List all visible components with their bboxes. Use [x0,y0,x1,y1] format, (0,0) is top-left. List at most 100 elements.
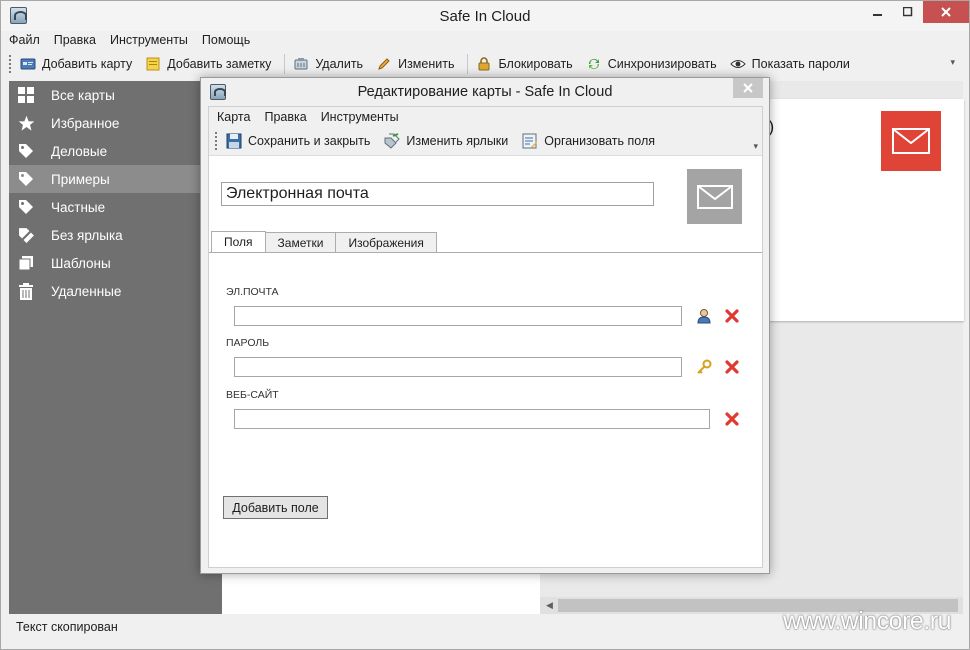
organize-icon [522,133,538,149]
delete-card-icon [294,58,308,70]
toolbar-grip[interactable] [215,132,218,150]
tab-fields[interactable]: Поля [211,231,266,252]
edit-card-dialog: Редактирование карты - Safe In Cloud Кар… [200,77,770,574]
watermark: www.wincore.ru [782,607,952,635]
sidebar-item-no-label[interactable]: Без ярлыка [9,221,222,249]
dialog-menu-edit[interactable]: Правка [264,110,306,124]
delete-field-icon[interactable] [724,411,740,427]
sidebar-item-favorites[interactable]: Избранное [9,109,222,137]
envelope-icon [892,128,930,154]
dialog-toolbar: Сохранить и закрыть Изменить ярлыки Орга… [215,131,669,151]
scroll-left-icon[interactable]: ◀ [546,600,553,611]
toolbar-grip[interactable] [9,55,12,73]
save-close-label: Сохранить и закрыть [248,134,371,148]
edit-button[interactable]: Изменить [376,56,454,72]
sync-button[interactable]: Синхронизировать [586,56,717,72]
minimize-icon [873,14,882,16]
dialog-menu-tools[interactable]: Инструменты [321,110,399,124]
envelope-icon [696,184,733,209]
sync-icon [588,59,599,69]
dialog-menu-bar: Карта Правка Инструменты [217,110,399,124]
sidebar-item-label: Без ярлыка [51,227,123,243]
tag-icon [17,142,35,160]
sidebar: Все карты Избранное Деловые Примеры Част… [9,81,222,614]
star-icon [17,114,35,132]
lock-button[interactable]: Блокировать [476,56,573,72]
menu-help[interactable]: Помощь [202,33,250,51]
key-icon[interactable] [696,359,712,375]
close-button[interactable] [923,1,969,23]
sidebar-item-business[interactable]: Деловые [9,137,222,165]
main-toolbar: Добавить карту Добавить заметку Удалить … [9,53,961,75]
show-passwords-label: Показать пароли [751,57,850,71]
toolbar-overflow-icon[interactable]: ▾ [950,57,955,68]
delete-button[interactable]: Удалить [293,56,363,72]
labels-icon [384,133,401,149]
add-note-button[interactable]: Добавить заметку [145,56,271,72]
minimize-button[interactable] [863,1,893,23]
eye-icon [729,60,746,68]
status-bar: Текст скопирован [16,620,118,634]
show-passwords-button[interactable]: Показать пароли [729,56,850,72]
window-title: Safe In Cloud [439,8,531,25]
dialog-content: Карта Правка Инструменты Сохранить и зак… [208,106,763,568]
dialog-title-bar: Редактирование карты - Safe In Cloud [201,78,769,106]
sidebar-item-label: Избранное [51,115,120,131]
card-title-input[interactable] [221,182,654,206]
change-labels-button[interactable]: Изменить ярлыки [384,133,508,149]
trash-icon [17,282,35,300]
tab-images[interactable]: Изображения [335,232,437,252]
tab-bar: Поля Заметки Изображения [211,231,437,253]
save-close-button[interactable]: Сохранить и закрыть [226,133,370,149]
add-card-button[interactable]: Добавить карту [20,56,132,72]
email-badge [881,111,941,171]
password-field[interactable] [234,357,682,377]
email-field[interactable] [234,306,682,326]
tab-divider [209,252,762,253]
sidebar-item-deleted[interactable]: Удаленные [9,277,222,305]
sidebar-item-label: Удаленные [51,283,122,299]
pencil-icon [378,58,390,70]
templates-icon [17,254,35,272]
website-field[interactable] [234,409,710,429]
sync-label: Синхронизировать [607,57,717,71]
user-icon[interactable] [696,308,712,324]
menu-tools[interactable]: Инструменты [110,33,188,51]
card-image-button[interactable] [687,169,742,224]
menu-edit[interactable]: Правка [54,33,96,51]
field-label-website: ВЕБ-САЙТ [226,389,279,401]
field-label-password: ПАРОЛЬ [226,337,270,349]
grid-icon [17,86,35,104]
maximize-icon [903,7,913,17]
menu-bar: Файл Правка Инструменты Помощь [9,33,250,51]
maximize-button[interactable] [893,1,923,23]
note-icon [146,57,160,71]
organize-fields-button[interactable]: Организовать поля [522,133,655,149]
save-icon [226,133,242,149]
dialog-body: Поля Заметки Изображения ЭЛ.ПОЧТА ПАРОЛЬ… [209,155,762,567]
delete-field-icon[interactable] [724,308,740,324]
tab-notes[interactable]: Заметки [264,232,337,252]
lock-icon [478,57,490,71]
sidebar-item-private[interactable]: Частные [9,193,222,221]
tag-off-icon [17,226,35,244]
delete-field-icon[interactable] [724,359,740,375]
toolbar-overflow-icon[interactable]: ▾ [753,141,758,152]
dialog-menu-card[interactable]: Карта [217,110,250,124]
field-label-email: ЭЛ.ПОЧТА [226,286,279,298]
sidebar-item-examples[interactable]: Примеры [9,165,222,193]
sidebar-item-label: Частные [51,199,106,215]
sidebar-item-templates[interactable]: Шаблоны [9,249,222,277]
sidebar-item-label: Шаблоны [51,255,111,271]
change-labels-label: Изменить ярлыки [406,134,509,148]
edit-label: Изменить [398,57,455,71]
sidebar-item-all-cards[interactable]: Все карты [9,81,222,109]
close-icon [941,7,951,17]
add-field-button[interactable]: Добавить поле [223,496,328,519]
organize-fields-label: Организовать поля [544,134,656,148]
sidebar-item-label: Примеры [51,171,110,187]
add-note-label: Добавить заметку [167,57,272,71]
dialog-close-button[interactable] [733,78,763,98]
menu-file[interactable]: Файл [9,33,40,51]
lock-label: Блокировать [498,57,573,71]
